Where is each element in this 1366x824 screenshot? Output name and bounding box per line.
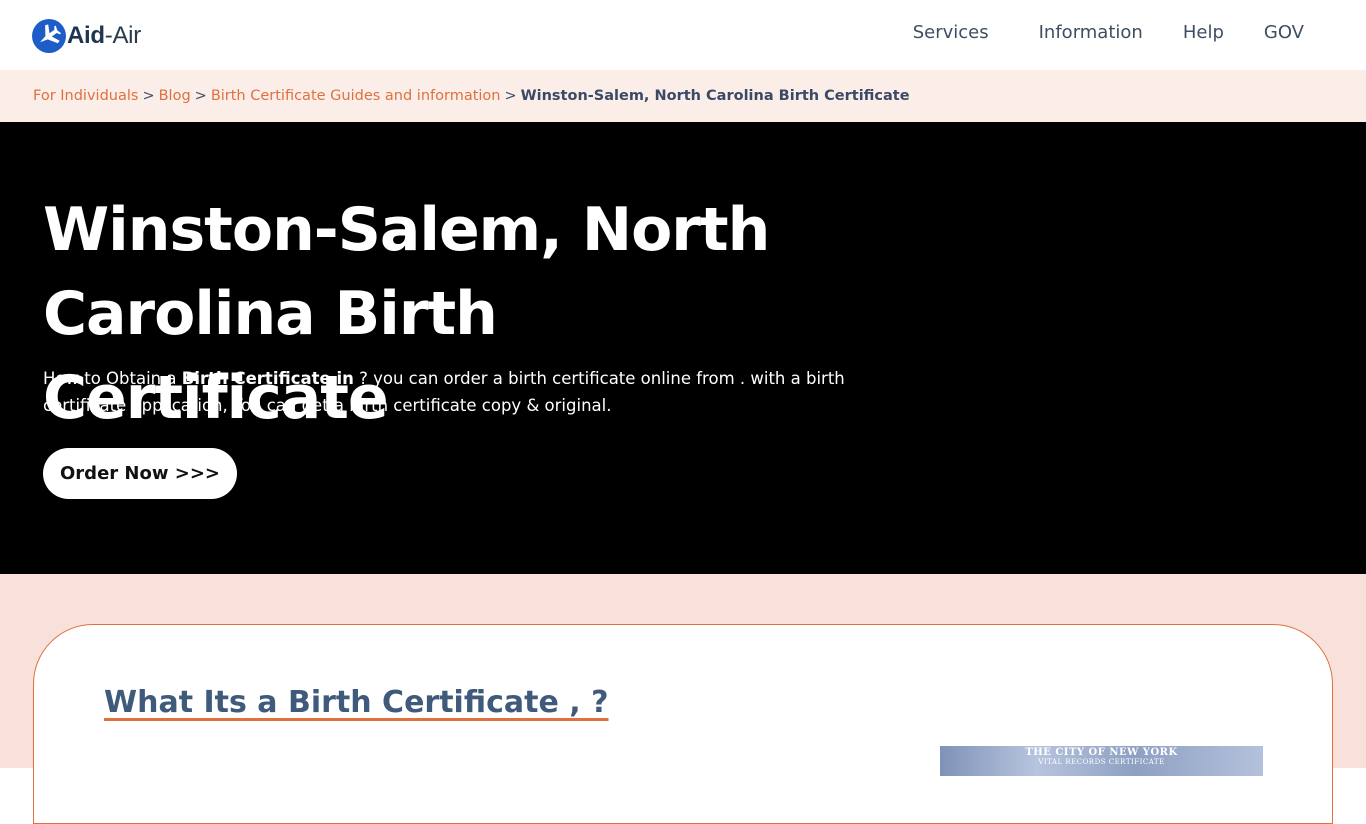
nav-gov[interactable]: GOV: [1264, 22, 1304, 43]
logo[interactable]: Aid-Air: [32, 19, 141, 53]
order-now-button[interactable]: Order Now >>>: [43, 448, 237, 499]
breadcrumb-separator: >: [504, 88, 517, 104]
plane-globe-icon: [32, 19, 66, 53]
content-card: What Its a Birth Certificate , ? THE CIT…: [33, 624, 1333, 824]
site-header: Aid-Air Services Information Help GOV: [0, 0, 1366, 70]
hero-banner: Winston-Salem, North Carolina Birth Cert…: [0, 122, 1366, 574]
birth-certificate-image: THE CITY OF NEW YORK VITAL RECORDS CERTI…: [940, 746, 1263, 776]
hero-description: How to Obtain a Birth Certificate in ? y…: [43, 365, 903, 419]
breadcrumb: For Individuals > Blog > Birth Certifica…: [0, 70, 1366, 122]
breadcrumb-separator: >: [142, 88, 155, 104]
certificate-image-title: THE CITY OF NEW YORK: [1025, 747, 1178, 758]
breadcrumb-blog[interactable]: Blog: [159, 88, 191, 104]
section-heading-link[interactable]: What Its a Birth Certificate , ?: [104, 685, 608, 720]
nav-help[interactable]: Help: [1183, 22, 1224, 43]
hero-desc-bold: Birth Certificate in: [181, 369, 354, 388]
breadcrumb-for-individuals[interactable]: For Individuals: [33, 88, 138, 104]
breadcrumb-guides[interactable]: Birth Certificate Guides and information: [211, 88, 501, 104]
nav-services[interactable]: Services: [913, 22, 989, 43]
main-nav: Services Information Help GOV: [913, 22, 1304, 43]
nav-information[interactable]: Information: [1039, 22, 1143, 43]
hero-desc-prefix: How to Obtain a: [43, 369, 182, 388]
content-section: What Its a Birth Certificate , ? THE CIT…: [0, 574, 1366, 824]
breadcrumb-current: Winston-Salem, North Carolina Birth Cert…: [520, 88, 910, 104]
certificate-image-subtitle: VITAL RECORDS CERTIFICATE: [1038, 758, 1165, 766]
logo-text: Aid-Air: [67, 22, 141, 49]
breadcrumb-separator: >: [194, 88, 207, 104]
